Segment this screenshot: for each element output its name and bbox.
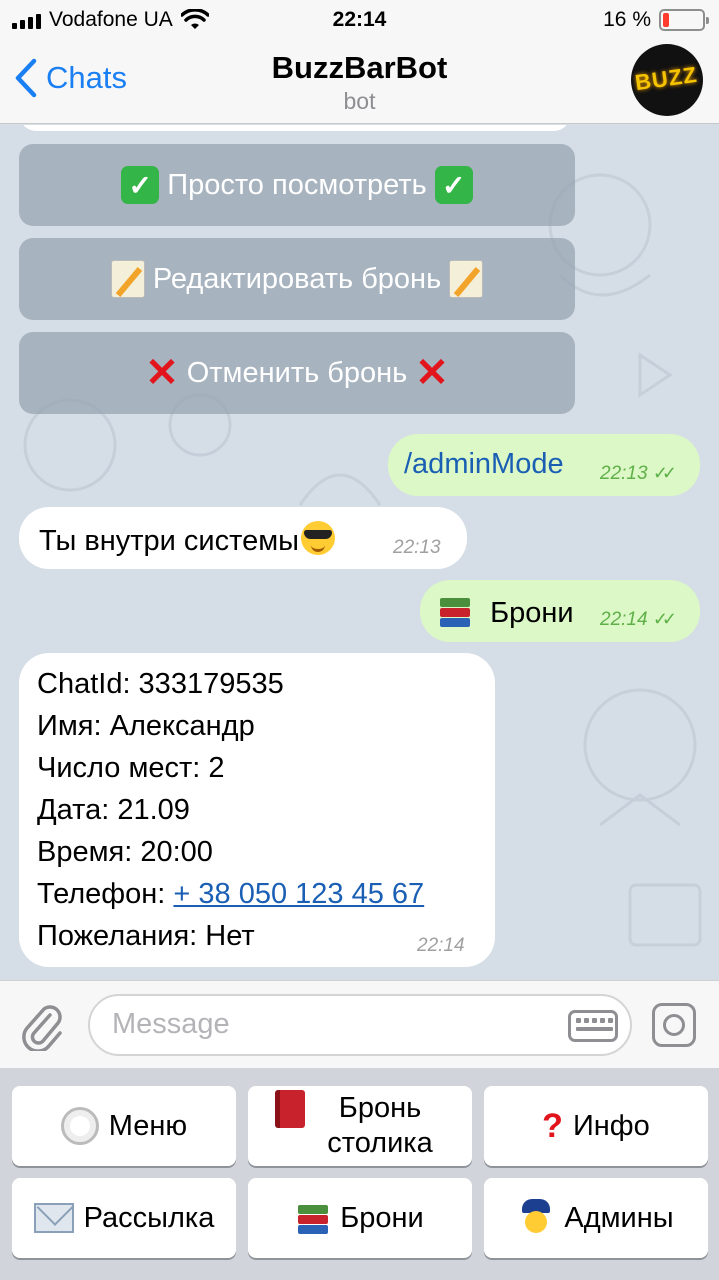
inline-button-label: Просто посмотреть bbox=[167, 168, 427, 201]
booking-phone: Телефон: + 38 050 123 45 67 bbox=[37, 873, 424, 915]
booking-phone-label: Телефон: bbox=[37, 878, 174, 910]
message-field[interactable] bbox=[88, 994, 632, 1056]
keyboard-icon[interactable] bbox=[568, 1010, 618, 1042]
inline-button-label: Отменить бронь bbox=[186, 356, 408, 389]
message-input[interactable] bbox=[112, 1008, 552, 1041]
battery-icon bbox=[659, 9, 709, 31]
police-officer-icon bbox=[518, 1199, 554, 1237]
paperclip-icon[interactable] bbox=[20, 1001, 64, 1051]
red-book-icon bbox=[275, 1090, 305, 1128]
keyboard-button-info[interactable]: ? Инфо bbox=[484, 1086, 708, 1166]
keyboard-button-label: Рассылка bbox=[83, 1201, 215, 1234]
incoming-message[interactable]: Ты внутри системы 22:13 bbox=[19, 507, 467, 569]
message-text-content: Брони bbox=[490, 597, 574, 629]
message-time: 22:14 bbox=[417, 935, 465, 956]
message-time-text: 22:13 bbox=[600, 463, 648, 484]
incoming-envelope-icon bbox=[33, 1203, 74, 1233]
message-time: 22:13 ✓✓ bbox=[600, 463, 677, 485]
outgoing-message[interactable]: /adminMode 22:13 ✓✓ bbox=[388, 434, 700, 496]
inline-button-view[interactable]: ✓ Просто посмотреть ✓ bbox=[19, 144, 575, 226]
status-bar: Vodafone UA 22:14 16 % bbox=[0, 0, 719, 40]
status-right: 16 % bbox=[603, 8, 709, 32]
read-checks-icon: ✓✓ bbox=[652, 463, 677, 483]
keyboard-button-menu[interactable]: Меню bbox=[12, 1086, 236, 1166]
question-mark-icon: ? bbox=[542, 1106, 563, 1145]
keyboard-button-label: Бронь столика bbox=[327, 1092, 433, 1159]
books-icon bbox=[296, 1201, 330, 1235]
memo-icon bbox=[449, 260, 484, 298]
previous-message-bubble bbox=[20, 125, 570, 131]
outgoing-message[interactable]: Брони 22:14 ✓✓ bbox=[420, 580, 700, 642]
message-time: 22:13 bbox=[393, 537, 441, 558]
keyboard-button-book-table[interactable]: Бронь столика bbox=[248, 1086, 472, 1166]
booking-chat-id: ChatId: 333179535 bbox=[37, 668, 284, 700]
chat-subtitle: bot bbox=[343, 88, 376, 114]
cross-mark-icon: ✕ bbox=[145, 351, 179, 395]
read-checks-icon: ✓✓ bbox=[652, 609, 677, 629]
message-text: Брони bbox=[438, 594, 574, 630]
keyboard-button-admins[interactable]: Админы bbox=[484, 1178, 708, 1258]
inline-button-label: Редактировать бронь bbox=[152, 262, 442, 295]
message-time-text: 22:14 bbox=[600, 609, 648, 630]
keyboard-button-label: Инфо bbox=[572, 1109, 650, 1142]
message-text-content: Ты внутри системы bbox=[39, 525, 299, 557]
nav-bar: Chats BuzzBarBot bot BUZZ bbox=[0, 40, 719, 124]
message-text: Ты внутри системы bbox=[39, 521, 335, 558]
chat-area[interactable]: ✓ Просто посмотреть ✓ Редактировать брон… bbox=[0, 125, 719, 980]
cross-mark-icon: ✕ bbox=[415, 351, 449, 395]
message-input-bar bbox=[0, 980, 719, 1068]
inline-button-cancel-booking[interactable]: ✕ Отменить бронь ✕ bbox=[19, 332, 575, 414]
bot-avatar[interactable]: BUZZ bbox=[631, 44, 703, 116]
booking-wishes: Пожелания: Нет bbox=[37, 920, 255, 952]
battery-percent: 16 % bbox=[603, 8, 651, 31]
fork-knife-plate-icon bbox=[60, 1107, 99, 1145]
keyboard-button-label: Меню bbox=[108, 1109, 188, 1142]
keyboard-button-bookings[interactable]: Брони bbox=[248, 1178, 472, 1258]
memo-icon bbox=[110, 260, 145, 298]
keyboard-button-label: Брони bbox=[340, 1201, 424, 1234]
booking-seats: Число мест: 2 bbox=[37, 752, 225, 784]
keyboard-button-mailing[interactable]: Рассылка bbox=[12, 1178, 236, 1258]
command-text[interactable]: /adminMode bbox=[404, 448, 564, 481]
bot-reply-keyboard: Меню Бронь столика ? Инфо Рассылка Брони… bbox=[0, 1068, 719, 1280]
booking-time: Время: 20:00 bbox=[37, 836, 213, 868]
booking-date: Дата: 21.09 bbox=[37, 794, 190, 826]
keyboard-button-label: Админы bbox=[564, 1201, 674, 1234]
books-icon bbox=[438, 594, 472, 628]
booking-name: Имя: Александр bbox=[37, 710, 255, 742]
booking-details: ChatId: 333179535 Имя: Александр Число м… bbox=[37, 663, 424, 957]
phone-link[interactable]: + 38 050 123 45 67 bbox=[173, 878, 424, 910]
check-mark-button-icon: ✓ bbox=[434, 166, 473, 204]
sunglasses-face-icon bbox=[301, 521, 335, 555]
battery-level bbox=[663, 13, 669, 27]
avatar-logo-text: BUZZ bbox=[633, 61, 700, 96]
message-time: 22:14 ✓✓ bbox=[600, 609, 677, 631]
camera-icon[interactable] bbox=[652, 1003, 696, 1047]
check-mark-button-icon: ✓ bbox=[121, 166, 160, 204]
inline-button-edit-booking[interactable]: Редактировать бронь bbox=[19, 238, 575, 320]
booking-details-message[interactable]: ChatId: 333179535 Имя: Александр Число м… bbox=[19, 653, 495, 967]
chat-title[interactable]: BuzzBarBot bbox=[0, 50, 719, 86]
